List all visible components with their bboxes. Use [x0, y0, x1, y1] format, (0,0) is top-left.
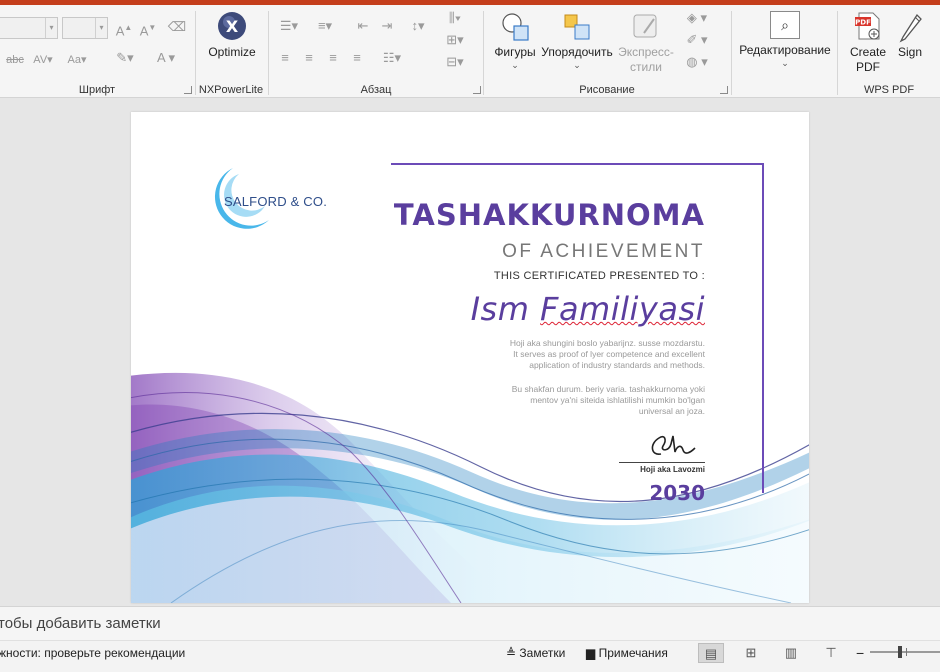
normal-view-button[interactable]: ▤ — [698, 643, 724, 663]
sign-button[interactable]: Sign — [890, 11, 930, 60]
font-dialog-launcher-icon[interactable] — [184, 86, 192, 94]
paragraph-dialog-launcher-icon[interactable] — [473, 86, 481, 94]
change-case-icon[interactable]: Aa▾ — [64, 51, 90, 69]
optimize-button[interactable]: X Optimize — [202, 11, 262, 60]
paragraph-group-label: Абзац — [360, 84, 392, 96]
svg-text:X: X — [226, 17, 239, 36]
font-name-combo[interactable]: ▾ — [0, 17, 58, 39]
quick-styles-button[interactable]: Экспресс- стили — [614, 11, 678, 75]
notes-placeholder: тобы добавить заметки — [0, 615, 161, 632]
notes-toggle-button[interactable]: ≜ Заметки — [506, 644, 565, 662]
create-pdf-button[interactable]: PDF Create PDF — [846, 11, 890, 75]
slideshow-icon: ⊤ — [825, 645, 837, 660]
grow-font-icon[interactable]: A▲ — [114, 19, 134, 40]
slideshow-button[interactable]: ⊤ — [818, 643, 844, 663]
increase-indent-icon[interactable]: ⇥ — [377, 17, 397, 35]
align-right-icon[interactable]: ≡ — [323, 49, 343, 67]
shapes-icon — [502, 13, 529, 41]
font-group: ▾ ▾ A▲ A▼ ⌫ abc AV▾ Aa▾ ✎▾ A ▾ Шрифт — [0, 5, 194, 98]
normal-view-icon: ▤ — [704, 646, 718, 661]
pdf-icon: PDF — [855, 12, 880, 40]
shrink-font-icon[interactable]: A▼ — [138, 19, 158, 40]
arrange-button[interactable]: Упорядочить ⌄ — [540, 11, 614, 70]
justify-icon[interactable]: ≡ — [347, 49, 367, 67]
numbering-icon[interactable]: ≡▾ — [309, 17, 341, 35]
zoom-slider[interactable] — [870, 646, 940, 658]
clear-format-icon[interactable]: ⌫ — [166, 18, 188, 36]
shape-fill-icon[interactable]: ◈ ▾ — [680, 9, 714, 27]
bullets-icon[interactable]: ☰▾ — [275, 17, 303, 35]
reading-view-button[interactable]: ▥ — [778, 643, 804, 663]
certificate-year: 2030 — [649, 481, 705, 505]
nxpowerlite-group-label: NXPowerLite — [198, 84, 264, 96]
shapes-button[interactable]: Фигуры ⌄ — [488, 11, 542, 70]
align-text-icon[interactable]: ⊞▾ — [441, 31, 469, 49]
notes-pane[interactable]: тобы добавить заметки — [0, 606, 940, 640]
accessibility-status[interactable]: жности: проверьте рекомендации — [0, 646, 185, 660]
shape-outline-icon[interactable]: ✐ ▾ — [680, 31, 714, 49]
font-group-label: Шрифт — [78, 84, 116, 96]
reading-view-icon: ▥ — [784, 645, 798, 660]
signature-image — [651, 435, 696, 455]
smartart-icon[interactable]: ⊟▾ — [441, 53, 469, 71]
drawing-group: Фигуры ⌄ Упорядочить ⌄ Экспресс- стили ◈… — [484, 5, 730, 98]
slide-sorter-button[interactable]: ⊞ — [738, 643, 764, 663]
wps-pdf-group-label: WPS PDF — [863, 84, 915, 96]
drawing-group-label: Рисование — [579, 84, 635, 96]
zoom-out-button[interactable]: − — [856, 644, 864, 662]
align-center-icon[interactable]: ≡ — [299, 49, 319, 67]
nxpowerlite-icon: X — [218, 12, 246, 40]
quick-styles-icon — [633, 14, 657, 38]
paragraph-group: ☰▾ ≡▾ ⇤ ⇥ ↕▾ ⫼▾ ⊞▾ ⊟▾ ≡ ≡ ≡ ≡ ☷▾ Абзац — [269, 5, 483, 98]
notes-icon: ≜ — [506, 646, 517, 660]
signer-name: Hoji aka Lavozmi — [640, 465, 705, 474]
columns-icon[interactable]: ☷▾ — [377, 49, 407, 67]
arrange-icon — [564, 14, 590, 40]
char-spacing-icon[interactable]: AV▾ — [30, 51, 56, 69]
recipient-name: Ism Familiyasi — [470, 290, 705, 328]
logo-text: SALFORD & CO. — [224, 194, 328, 209]
wps-pdf-group: PDF Create PDF Sign WPS PDF — [838, 5, 940, 98]
description-paragraph-2: Bu shakfan durum. beriy varia. tashakkur… — [511, 384, 705, 416]
font-size-combo[interactable]: ▾ — [62, 17, 108, 39]
search-icon: ⌕ — [770, 11, 800, 39]
ribbon: ▾ ▾ A▲ A▼ ⌫ abc AV▾ Aa▾ ✎▾ A ▾ Шрифт X O… — [0, 5, 940, 98]
strikethrough-icon[interactable]: abc — [4, 51, 26, 69]
pen-icon — [899, 13, 922, 43]
certificate-subtitle: OF ACHIEVEMENT — [502, 241, 705, 262]
status-bar: жности: проверьте рекомендации ≜ Заметки… — [0, 640, 940, 672]
certificate-title: TASHAKKURNOMA — [393, 198, 705, 232]
editing-group: ⌕ Редактирование ⌄ — [732, 5, 836, 98]
svg-text:PDF: PDF — [855, 19, 871, 27]
font-color-icon[interactable]: A ▾ — [152, 49, 180, 67]
nxpowerlite-group: X Optimize NXPowerLite — [196, 5, 266, 98]
text-direction-icon[interactable]: ⫼▾ — [441, 9, 469, 27]
certificate-slide[interactable]: SALFORD & CO. TASHAKKURNOMA OF ACHIEVEME… — [131, 112, 809, 603]
zoom-slider-thumb[interactable] — [898, 646, 902, 658]
editing-button[interactable]: ⌕ Редактирование ⌄ — [736, 11, 834, 68]
drawing-dialog-launcher-icon[interactable] — [720, 86, 728, 94]
decrease-indent-icon[interactable]: ⇤ — [353, 17, 373, 35]
slide-canvas: SALFORD & CO. TASHAKKURNOMA OF ACHIEVEME… — [0, 98, 940, 606]
presented-to-text: THIS CERTIFICATED PRESENTED TO : — [493, 270, 705, 282]
align-left-icon[interactable]: ≡ — [275, 49, 295, 67]
comment-icon: ▆ — [586, 646, 596, 660]
highlight-icon[interactable]: ✎▾ — [112, 49, 138, 67]
shape-effects-icon[interactable]: ◍ ▾ — [680, 53, 714, 71]
comments-button[interactable]: ▆ Примечания — [586, 644, 668, 662]
line-spacing-icon[interactable]: ↕▾ — [403, 17, 433, 35]
signature-line — [619, 462, 705, 463]
description-paragraph-1: Hoji aka shungini boslo yabarijnz. susse… — [509, 338, 705, 370]
slide-sorter-icon: ⊞ — [745, 645, 757, 660]
